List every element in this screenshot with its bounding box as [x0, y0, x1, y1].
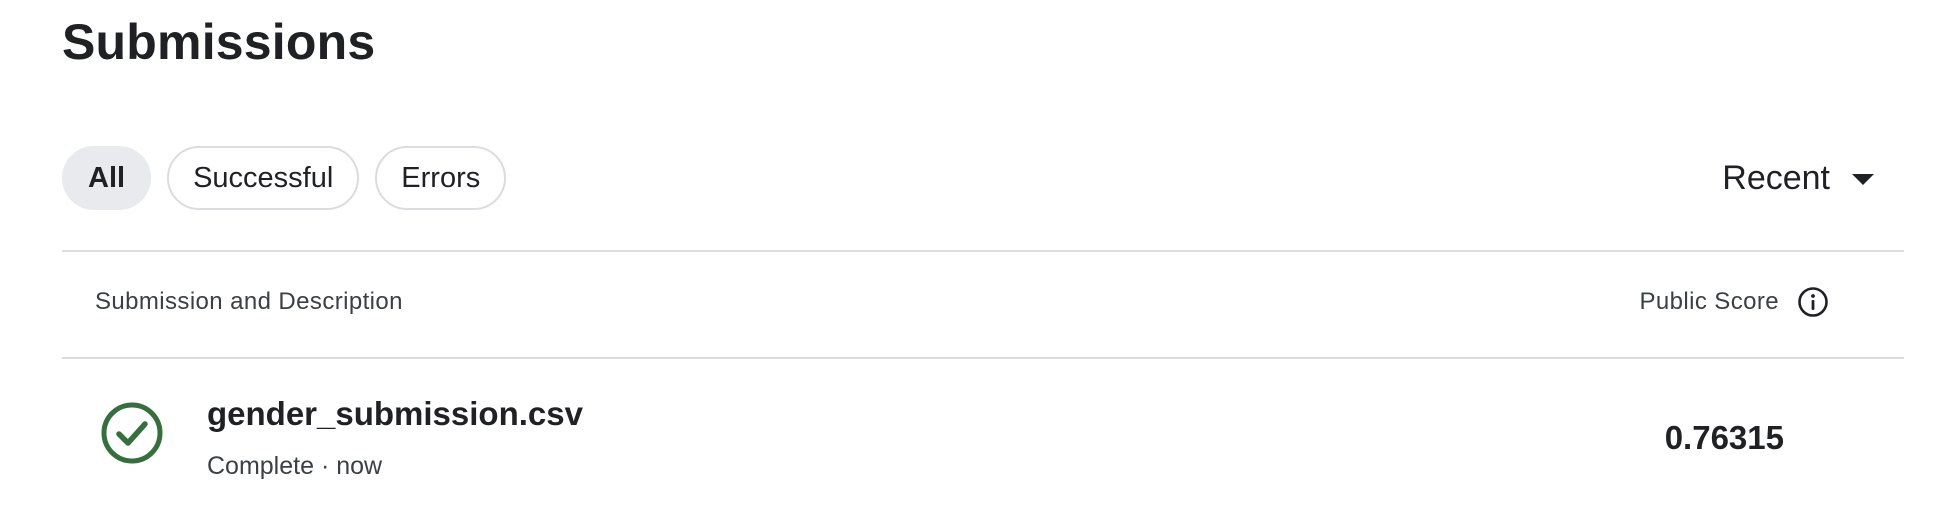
- table-header-divider: [62, 250, 1904, 252]
- public-score-value: 0.76315: [1664, 419, 1784, 456]
- filter-chip-successful[interactable]: Successful: [167, 146, 360, 210]
- check-circle-icon: [100, 401, 164, 465]
- submission-status-text: Complete · now: [207, 452, 383, 480]
- caret-down-icon: [1852, 173, 1874, 185]
- filter-chip-group: All Successful Errors: [62, 146, 507, 210]
- sort-dropdown-label: Recent: [1722, 158, 1830, 197]
- column-header-submission: Submission and Description: [95, 288, 403, 315]
- column-header-public-score-label: Public Score: [1639, 288, 1779, 315]
- submission-file-name[interactable]: gender_submission.csv: [207, 395, 583, 433]
- table-row[interactable]: gender_submission.csv Complete · now 0.7…: [62, 359, 1904, 512]
- page-title: Submissions: [62, 14, 376, 70]
- filter-chip-all[interactable]: All: [62, 146, 152, 210]
- filter-chip-errors[interactable]: Errors: [375, 146, 507, 210]
- sort-dropdown[interactable]: Recent: [1722, 154, 1874, 202]
- info-icon[interactable]: [1797, 286, 1829, 318]
- column-header-public-score: Public Score: [1639, 286, 1829, 318]
